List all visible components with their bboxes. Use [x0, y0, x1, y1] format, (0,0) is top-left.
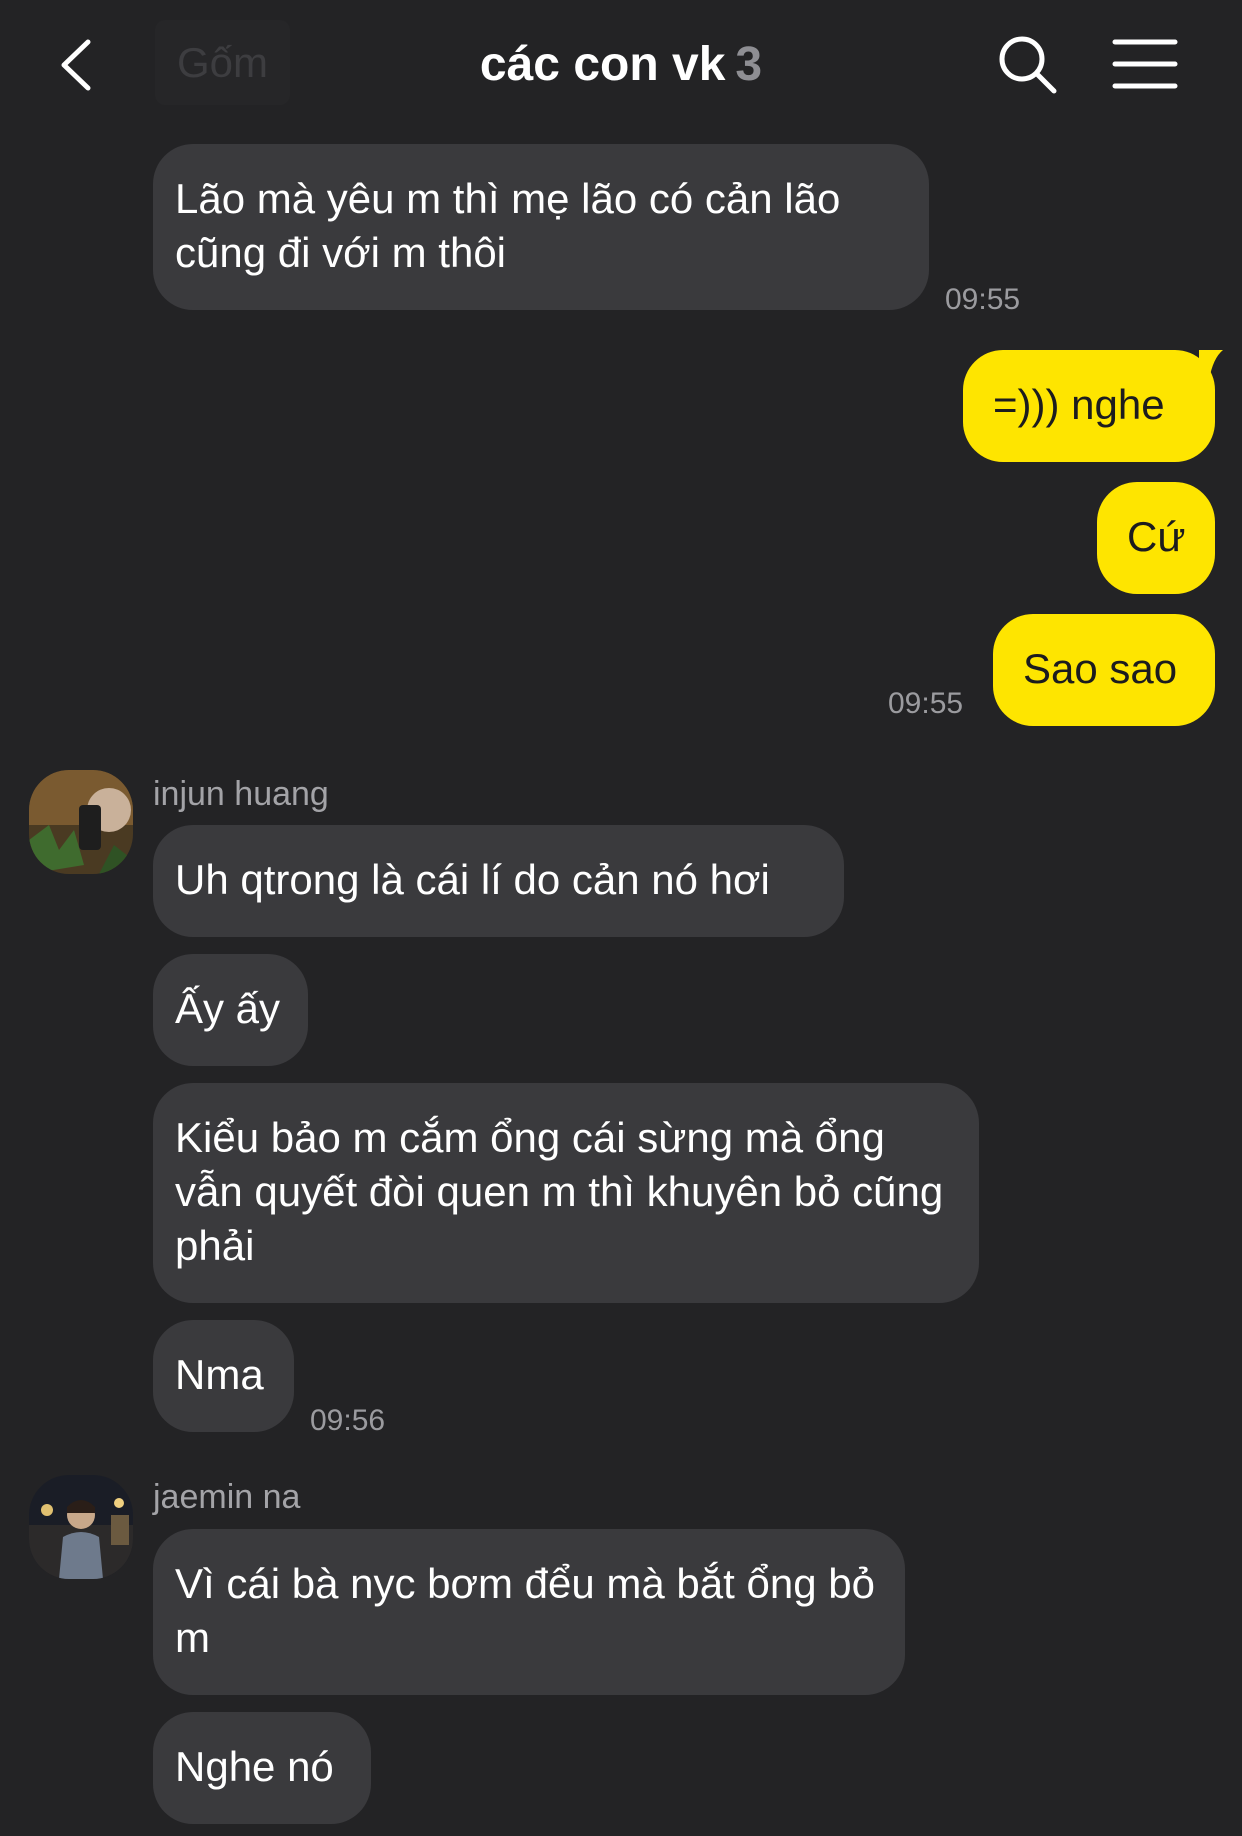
- message-bubble[interactable]: Kiểu bảo m cắm ổng cái sừng mà ổng vẫn q…: [153, 1083, 979, 1303]
- message-bubble[interactable]: Lão mà yêu m thì mẹ lão có cản lão cũng …: [153, 144, 929, 310]
- message-text: Ấy ấy: [175, 985, 281, 1032]
- search-icon: [999, 36, 1057, 94]
- profile-photo: [29, 770, 133, 874]
- member-count: 3: [735, 38, 763, 91]
- message-text: Sao sao: [1023, 645, 1178, 692]
- menu-button[interactable]: [1112, 34, 1178, 94]
- message-text: Nghe nó: [175, 1743, 334, 1790]
- message-text: Vì cái bà nyc bơm đểu mà bắt ổng bỏ m: [175, 1560, 875, 1661]
- message-timestamp: 09:55: [945, 283, 1021, 316]
- message-text: =))) nghe: [993, 381, 1165, 428]
- message-text: Cứ: [1127, 513, 1186, 560]
- sender-name: injun huang: [153, 775, 329, 813]
- message-bubble[interactable]: Ấy ấy: [153, 954, 308, 1066]
- menu-icon: [1112, 39, 1178, 89]
- message-bubble[interactable]: Nghe nó: [153, 1712, 371, 1824]
- message-bubble[interactable]: Uh qtrong là cái lí do cản nó hơi: [153, 825, 844, 937]
- message-bubble-outgoing[interactable]: Sao sao: [993, 614, 1215, 726]
- sender-name: jaemin na: [153, 1478, 301, 1516]
- message-bubble-outgoing[interactable]: Cứ: [1097, 482, 1215, 594]
- avatar[interactable]: [29, 1475, 133, 1579]
- message-text: Kiểu bảo m cắm ổng cái sừng mà ổng vẫn q…: [175, 1114, 944, 1269]
- message-text: Nma: [175, 1351, 264, 1398]
- profile-photo: [29, 1475, 133, 1579]
- message-bubble[interactable]: Vì cái bà nyc bơm đểu mà bắt ổng bỏ m: [153, 1529, 905, 1695]
- message-text: Lão mà yêu m thì mẹ lão có cản lão cũng …: [175, 175, 841, 276]
- search-button[interactable]: [992, 30, 1062, 100]
- message-text: Uh qtrong là cái lí do cản nó hơi: [175, 856, 770, 903]
- chat-title-text: các con vk: [479, 38, 726, 91]
- avatar[interactable]: [29, 770, 133, 874]
- bubble-tail: [1199, 350, 1223, 380]
- message-bubble-outgoing[interactable]: =))) nghe: [963, 350, 1223, 462]
- message-timestamp: 09:55: [888, 687, 964, 720]
- message-bubble[interactable]: Nma: [153, 1320, 294, 1432]
- chat-header: Gốm các con vk 3: [0, 0, 1242, 130]
- message-timestamp: 09:56: [310, 1404, 386, 1437]
